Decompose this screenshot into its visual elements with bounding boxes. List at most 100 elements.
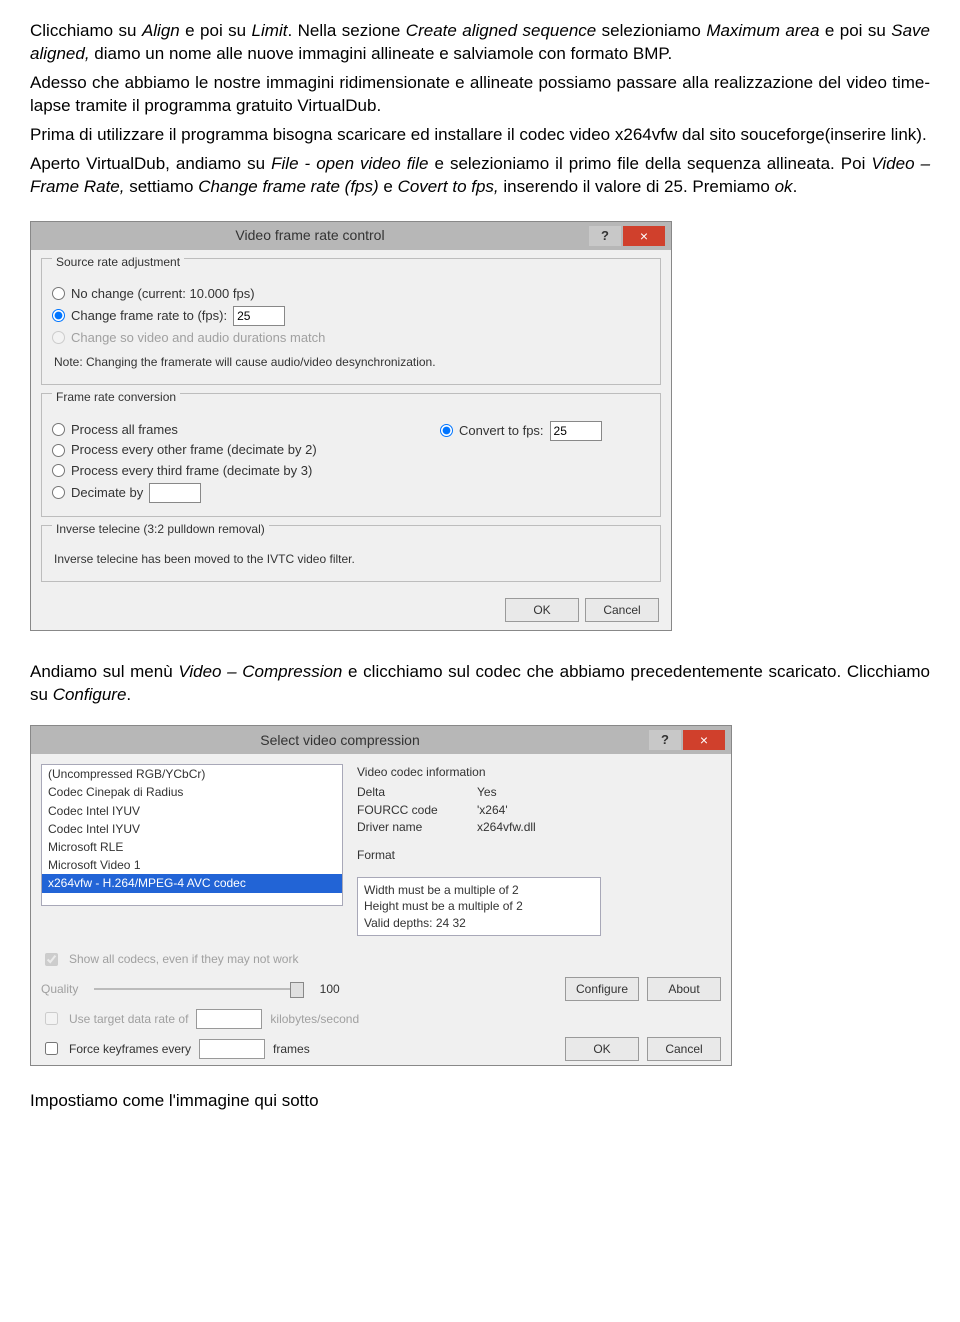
force-keyframes-checkbox[interactable] [45,1042,58,1055]
list-item[interactable]: Codec Cinepak di Radius [42,783,342,801]
frame-rate-conversion-group: Frame rate conversion Process all frames… [41,393,661,516]
text: Andiamo sul menù [30,662,178,681]
label: Force keyframes every [69,1041,191,1057]
text: . [126,685,131,704]
format-line: Width must be a multiple of 2 [364,882,594,898]
list-item[interactable]: Codec Intel IYUV [42,820,342,838]
value: Yes [477,784,497,800]
keyframe-input[interactable] [199,1039,265,1059]
list-item[interactable]: Codec Intel IYUV [42,802,342,820]
data-rate-row: Use target data rate of kilobytes/second [31,1005,731,1033]
italic: Limit [252,21,288,40]
note-text: Note: Changing the framerate will cause … [54,354,650,370]
paragraph-4: Aperto VirtualDub, andiamo su File - ope… [30,153,930,199]
close-button[interactable]: × [623,226,665,246]
inverse-telecine-group: Inverse telecine (3:2 pulldown removal) … [41,525,661,583]
radio-process-all[interactable]: Process all frames [52,421,440,439]
cancel-button[interactable]: Cancel [647,1037,721,1061]
italic: Video – Compression [178,662,342,681]
dialog-buttons: OK Cancel [31,590,671,630]
list-item[interactable]: Microsoft Video 1 [42,856,342,874]
text: e selezioniamo il primo file della seque… [428,154,871,173]
paragraph-2: Adesso che abbiamo le nostre immagini ri… [30,72,930,118]
data-rate-checkbox [45,1012,58,1025]
quality-row: Quality 100 Configure About [31,973,731,1005]
quality-value: 100 [320,981,340,997]
text: . [793,177,798,196]
italic: Align [142,21,180,40]
label: Decimate by [71,484,143,502]
unit: frames [273,1041,310,1057]
fps-input[interactable] [233,306,285,326]
radio-match-durations: Change so video and audio durations matc… [52,329,650,347]
text: e [379,177,398,196]
kv-row: Driver namex264vfw.dll [357,819,721,835]
about-button[interactable]: About [647,977,721,1001]
paragraph-mid: Andiamo sul menù Video – Compression e c… [30,661,930,707]
format-line: Valid depths: 24 32 [364,915,594,931]
codec-info: Video codec information DeltaYes FOURCC … [357,764,721,936]
key: Delta [357,784,477,800]
text: Clicchiamo su [30,21,142,40]
convert-fps-input[interactable] [550,421,602,441]
list-item-selected[interactable]: x264vfw - H.264/MPEG-4 AVC codec [42,874,342,892]
compression-dialog: Select video compression ? × (Uncompress… [30,725,732,1066]
radio-decimate-3[interactable]: Process every third frame (decimate by 3… [52,462,440,480]
close-button[interactable]: × [683,730,725,750]
radio-change-fps[interactable]: Change frame rate to (fps): [52,306,650,326]
italic: Covert to fps, [398,177,499,196]
ok-button[interactable]: OK [565,1037,639,1061]
radio-convert-fps[interactable]: Convert to fps: [440,421,650,441]
radio-decimate-2[interactable]: Process every other frame (decimate by 2… [52,441,440,459]
radio-no-change[interactable]: No change (current: 10.000 fps) [52,285,650,303]
format-label: Format [357,847,721,863]
configure-button[interactable]: Configure [565,977,639,1001]
codec-list[interactable]: (Uncompressed RGB/YCbCr) Codec Cinepak d… [41,764,343,906]
paragraph-1: Clicchiamo su Align e poi su Limit. Nell… [30,20,930,66]
key: FOURCC code [357,802,477,818]
italic: File - open video file [271,154,428,173]
italic: ok [775,177,793,196]
label: Show all codecs, even if they may not wo… [69,951,298,967]
text: e poi su [180,21,252,40]
show-all-row: Show all codecs, even if they may not wo… [31,946,731,973]
italic: Change frame rate (fps) [198,177,378,196]
list-item[interactable]: Microsoft RLE [42,838,342,856]
label: Use target data rate of [69,1011,188,1027]
radio-decimate-by[interactable]: Decimate by [52,483,440,503]
label: Process every third frame (decimate by 3… [71,462,312,480]
group-legend: Source rate adjustment [52,254,184,270]
group-legend: Inverse telecine (3:2 pulldown removal) [52,521,269,537]
text: Aperto VirtualDub, andiamo su [30,154,271,173]
titlebar: Video frame rate control ? × [31,222,671,250]
label: Process all frames [71,421,178,439]
text: settiamo [124,177,198,196]
format-line: Height must be a multiple of 2 [364,898,594,914]
dialog-title: Select video compression [31,731,649,750]
cancel-button[interactable]: Cancel [585,598,659,622]
titlebar: Select video compression ? × [31,726,731,754]
quality-slider[interactable] [94,988,303,990]
label: No change (current: 10.000 fps) [71,285,255,303]
ok-button[interactable]: OK [505,598,579,622]
label: Change frame rate to (fps): [71,307,227,325]
info-heading: Video codec information [357,764,721,780]
decimate-input[interactable] [149,483,201,503]
italic: Create aligned sequence [406,21,596,40]
frame-rate-dialog: Video frame rate control ? × Source rate… [30,221,672,632]
text: inserendo il valore di 25. Premiamo [499,177,775,196]
group-legend: Frame rate conversion [52,389,180,405]
kv-row: FOURCC code'x264' [357,802,721,818]
label: Process every other frame (decimate by 2… [71,441,317,459]
slider-thumb[interactable] [290,982,304,998]
value: 'x264' [477,802,508,818]
help-button[interactable]: ? [649,730,681,750]
paragraph-3: Prima di utilizzare il programma bisogna… [30,124,930,147]
help-button[interactable]: ? [589,226,621,246]
source-rate-group: Source rate adjustment No change (curren… [41,258,661,386]
quality-label: Quality [41,981,78,997]
label: Convert to fps: [459,422,544,440]
list-item[interactable]: (Uncompressed RGB/YCbCr) [42,765,342,783]
key: Driver name [357,819,477,835]
label: Change so video and audio durations matc… [71,329,325,347]
